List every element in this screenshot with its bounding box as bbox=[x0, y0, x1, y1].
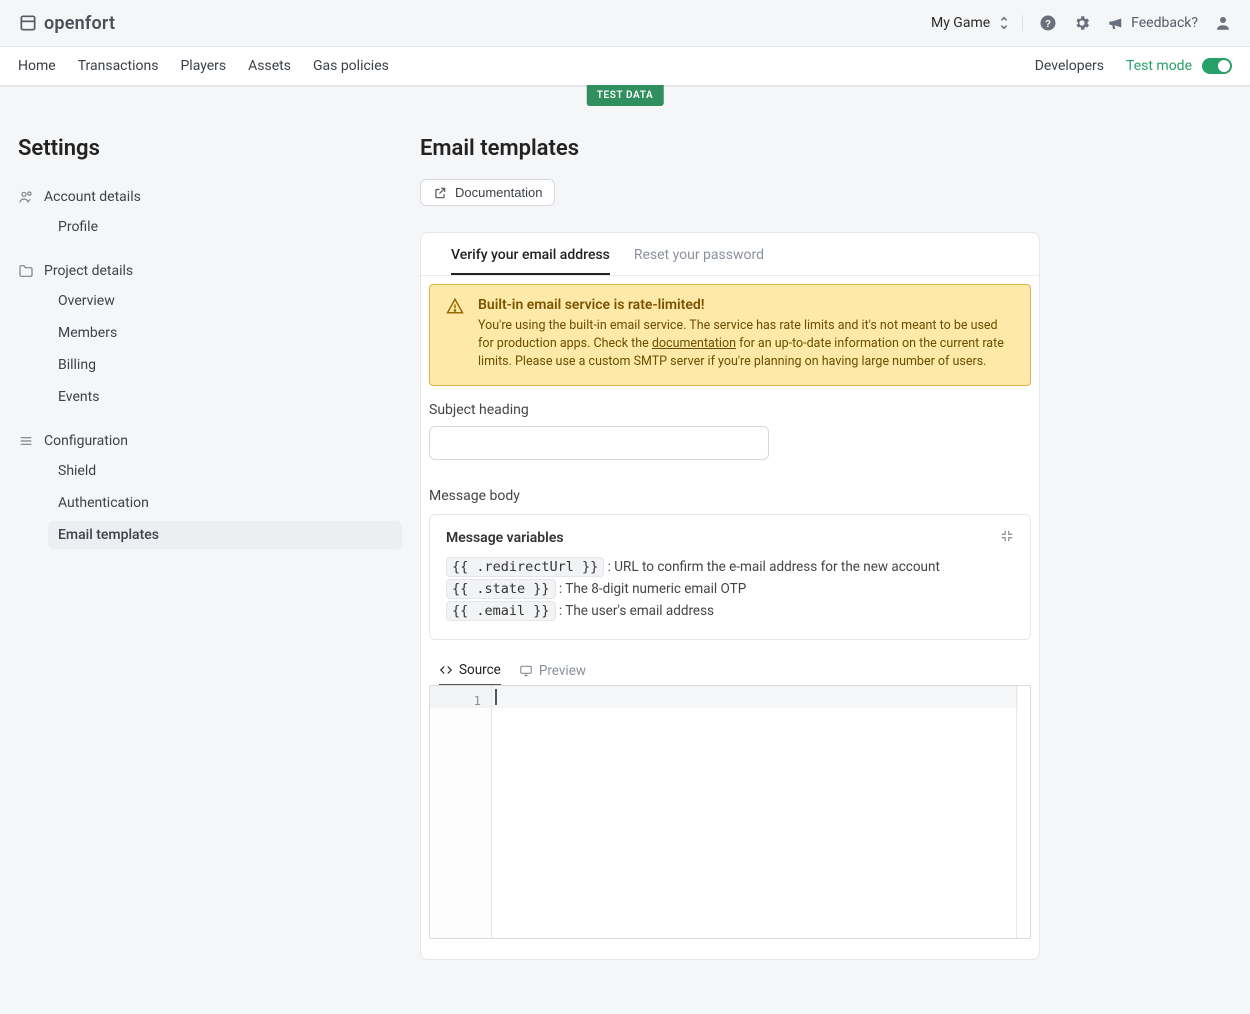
sidebar-item-email-templates[interactable]: Email templates bbox=[48, 521, 402, 549]
var-code: {{ .email }} bbox=[446, 601, 556, 621]
nav-transactions[interactable]: Transactions bbox=[78, 58, 159, 74]
chevron-updown-icon bbox=[998, 16, 1010, 30]
vars-title: Message variables bbox=[446, 530, 564, 546]
brand-name: openfort bbox=[44, 13, 115, 34]
monitor-icon bbox=[519, 664, 533, 678]
nav-assets[interactable]: Assets bbox=[248, 58, 291, 74]
logo-icon bbox=[18, 13, 38, 33]
help-icon[interactable]: ? bbox=[1039, 14, 1057, 32]
user-avatar-icon[interactable] bbox=[1214, 14, 1232, 32]
editor-tab-source[interactable]: Source bbox=[439, 662, 501, 685]
message-variables-box: Message variables {{ .redirectUrl }} : U… bbox=[429, 514, 1031, 640]
collapse-icon[interactable] bbox=[1000, 529, 1014, 547]
sidegroup-label: Configuration bbox=[44, 433, 128, 449]
warning-icon bbox=[446, 297, 464, 319]
nav-home[interactable]: Home bbox=[18, 58, 56, 74]
sidegroup-label: Account details bbox=[44, 189, 141, 205]
megaphone-icon bbox=[1107, 14, 1125, 32]
sidebar-item-overview[interactable]: Overview bbox=[48, 287, 402, 315]
rate-limit-alert: Built-in email service is rate-limited! … bbox=[429, 284, 1031, 386]
sidebar-item-shield[interactable]: Shield bbox=[48, 457, 402, 485]
page-title: Email templates bbox=[420, 136, 1040, 161]
sidebar-item-authentication[interactable]: Authentication bbox=[48, 489, 402, 517]
doc-btn-label: Documentation bbox=[455, 185, 542, 200]
sidebar-item-events[interactable]: Events bbox=[48, 383, 402, 411]
sidegroup-configuration[interactable]: Configuration bbox=[18, 433, 402, 449]
code-icon bbox=[439, 663, 453, 677]
var-row: {{ .redirectUrl }} : URL to confirm the … bbox=[446, 559, 1014, 575]
test-data-ribbon: TEST DATA bbox=[587, 85, 664, 106]
sliders-icon bbox=[18, 433, 34, 449]
feedback-label: Feedback? bbox=[1131, 15, 1198, 31]
main-nav: Home Transactions Players Assets Gas pol… bbox=[18, 58, 389, 74]
var-row: {{ .email }} : The user's email address bbox=[446, 603, 1014, 619]
var-code: {{ .redirectUrl }} bbox=[446, 557, 604, 577]
nav-developers[interactable]: Developers bbox=[1035, 58, 1104, 74]
sidebar-item-profile[interactable]: Profile bbox=[48, 213, 402, 241]
code-editor[interactable]: 1 bbox=[429, 685, 1031, 939]
var-code: {{ .state }} bbox=[446, 579, 556, 599]
folder-icon bbox=[18, 263, 34, 279]
editor-tab-preview[interactable]: Preview bbox=[519, 662, 586, 685]
sidebar-item-members[interactable]: Members bbox=[48, 319, 402, 347]
nav-gas-policies[interactable]: Gas policies bbox=[313, 58, 389, 74]
brand-logo[interactable]: openfort bbox=[18, 13, 115, 34]
sidegroup-project-details[interactable]: Project details bbox=[18, 263, 402, 279]
testmode-label: Test mode bbox=[1126, 58, 1192, 74]
nav-players[interactable]: Players bbox=[180, 58, 226, 74]
feedback-button[interactable]: Feedback? bbox=[1107, 14, 1198, 32]
subject-input[interactable] bbox=[429, 426, 769, 460]
sidegroup-label: Project details bbox=[44, 263, 133, 279]
var-row: {{ .state }} : The 8-digit numeric email… bbox=[446, 581, 1014, 597]
subject-label: Subject heading bbox=[429, 402, 1031, 418]
sidebar-item-billing[interactable]: Billing bbox=[48, 351, 402, 379]
line-number: 1 bbox=[430, 690, 481, 712]
alert-doc-link[interactable]: documentation bbox=[652, 336, 736, 351]
alert-body: You're using the built-in email service.… bbox=[478, 317, 1014, 371]
tab-reset-password[interactable]: Reset your password bbox=[634, 247, 764, 275]
project-name: My Game bbox=[931, 15, 990, 31]
testmode-toggle[interactable] bbox=[1202, 58, 1232, 74]
body-label: Message body bbox=[429, 488, 1031, 504]
svg-text:?: ? bbox=[1045, 19, 1051, 30]
users-icon bbox=[18, 189, 34, 205]
documentation-button[interactable]: Documentation bbox=[420, 179, 555, 206]
sidegroup-account-details[interactable]: Account details bbox=[18, 189, 402, 205]
settings-heading: Settings bbox=[18, 136, 402, 161]
project-switcher[interactable]: My Game bbox=[931, 15, 1023, 31]
tab-verify-email[interactable]: Verify your email address bbox=[451, 247, 610, 275]
alert-title: Built-in email service is rate-limited! bbox=[478, 297, 1014, 313]
external-link-icon bbox=[433, 186, 447, 200]
settings-icon[interactable] bbox=[1073, 14, 1091, 32]
